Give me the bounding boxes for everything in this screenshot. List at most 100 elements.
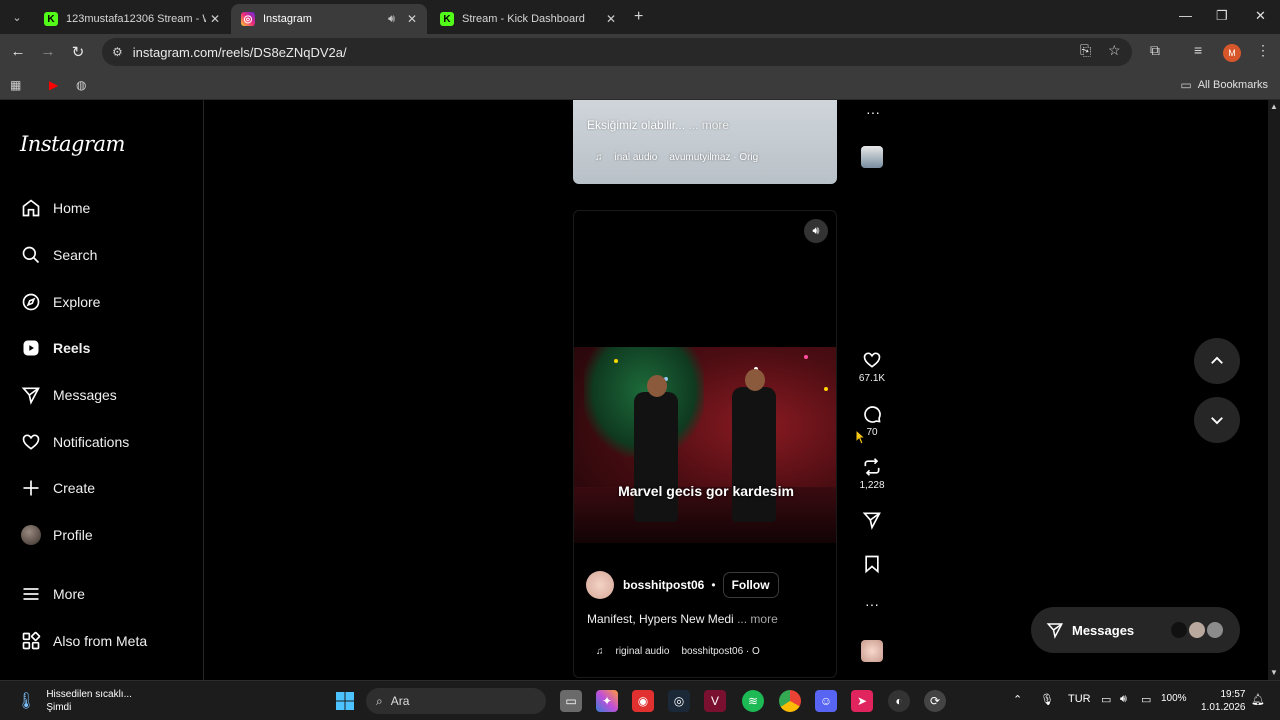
more-link[interactable]: ... more	[737, 612, 778, 626]
notification-bell-icon[interactable]: 🔔︎	[1251, 693, 1265, 706]
microphone-icon[interactable]: 🎙︎	[1040, 693, 1054, 706]
chrome-icon[interactable]	[779, 690, 801, 712]
audio-thumbnail-button[interactable]	[856, 640, 888, 662]
sidebar-item-search[interactable]: Search	[20, 242, 97, 268]
tab-instagram[interactable]: ◎ Instagram 🔊︎ ✕	[231, 4, 427, 34]
home-icon	[20, 197, 42, 219]
audio-thumbnail[interactable]	[861, 146, 883, 168]
more-link[interactable]: ... more	[688, 118, 729, 132]
tray-overflow-icon[interactable]: ⌃	[1013, 693, 1022, 706]
previous-reel[interactable]: Eksiğimiz olabilir... ... more ♫ inal au…	[573, 100, 837, 184]
copilot-icon[interactable]: ✦	[596, 690, 618, 712]
chevron-down-icon	[1211, 417, 1223, 425]
sidebar-item-reels[interactable]: Reels	[20, 335, 90, 361]
all-bookmarks-button[interactable]: ▭ All Bookmarks	[1180, 78, 1268, 92]
bookmark-icon	[865, 555, 879, 574]
follow-button[interactable]: Follow	[722, 572, 779, 598]
youtube-icon[interactable]: ▶	[49, 78, 58, 92]
close-icon[interactable]: ✕	[210, 12, 220, 26]
profile-avatar[interactable]: M	[1223, 44, 1241, 62]
avatar[interactable]	[586, 571, 614, 599]
install-app-icon[interactable]: ⎘	[1080, 42, 1091, 59]
discord-icon[interactable]: ☺	[815, 690, 837, 712]
volume-icon[interactable]: 🔊︎	[1120, 693, 1127, 706]
network-icon[interactable]: ▭	[1101, 693, 1111, 706]
site-info-icon[interactable]: ⚙	[112, 45, 123, 59]
globe-icon[interactable]: ◍	[76, 78, 86, 92]
audio-title: inal audio	[614, 152, 658, 163]
speaker-icon[interactable]: 🔊︎	[388, 13, 395, 26]
sidebar-item-messages[interactable]: Messages	[20, 382, 117, 408]
clock[interactable]: 19:57 1.01.2026	[1201, 688, 1246, 714]
forward-button[interactable]: →	[38, 43, 58, 60]
battery-icon[interactable]: ▭	[1141, 693, 1151, 706]
reload-button[interactable]: ↻	[68, 43, 88, 61]
close-window-button[interactable]: ✕	[1255, 8, 1266, 24]
chevron-down-icon: ⌄	[12, 11, 22, 24]
steam-icon[interactable]: ◎	[668, 690, 690, 712]
address-bar[interactable]: ⚙ instagram.com/reels/DS8eZNqDV2a/	[102, 38, 1132, 66]
more-options-icon[interactable]: ···	[856, 596, 888, 612]
tab-kick-stream[interactable]: K 123mustafa12306 Stream - Wa ✕	[34, 4, 230, 34]
current-reel[interactable]: 🔊︎ Marvel gecis gor kardesim bosshitpost…	[573, 210, 837, 678]
pointer-cursor-icon	[855, 428, 867, 445]
repost-button[interactable]: 1,228	[856, 457, 888, 491]
share-button[interactable]	[856, 510, 888, 530]
task-view-icon[interactable]: ▭	[560, 690, 582, 712]
reel-video[interactable]	[574, 347, 836, 543]
video-light	[804, 355, 808, 359]
sidebar-item-profile[interactable]: Profile	[20, 522, 93, 548]
previous-reel-button[interactable]	[1194, 338, 1240, 384]
obs-icon[interactable]: ◐	[888, 690, 910, 712]
maximize-button[interactable]: ❐	[1216, 8, 1228, 24]
valorant-icon[interactable]: V	[704, 690, 726, 712]
volume-icon[interactable]: 🔊︎	[804, 219, 828, 243]
start-button[interactable]	[334, 690, 356, 712]
back-button[interactable]: ←	[8, 43, 28, 60]
avatar	[1169, 620, 1189, 640]
sidebar-item-create[interactable]: Create	[20, 475, 95, 501]
media-control-icon[interactable]: ≡	[1194, 42, 1202, 58]
author-name[interactable]: bosshitpost06	[623, 578, 704, 592]
audio-user: avumutyilmaz · Orig	[669, 152, 759, 163]
spotify-icon[interactable]: ≋	[742, 690, 764, 712]
app-icon[interactable]: ⟳	[924, 690, 946, 712]
kebab-menu-icon[interactable]: ⋮	[1256, 42, 1270, 59]
save-button[interactable]	[856, 554, 888, 574]
language-indicator[interactable]: TUR	[1068, 693, 1091, 705]
kick-icon: K	[440, 12, 454, 26]
next-reel-button[interactable]	[1194, 397, 1240, 443]
apps-grid-icon[interactable]: ▦	[10, 78, 21, 92]
tab-kick-dashboard[interactable]: K Stream - Kick Dashboard ✕	[430, 4, 626, 34]
scroll-down-arrow-icon[interactable]: ▼	[1270, 668, 1278, 677]
new-tab-button[interactable]: +	[634, 8, 643, 26]
menu-icon	[20, 583, 42, 605]
previous-reel-caption: Eksiğimiz olabilir... ... more	[587, 118, 729, 132]
minimize-button[interactable]: —	[1179, 8, 1192, 23]
app-pink-icon[interactable]: ➤	[851, 690, 873, 712]
app-red-icon[interactable]: ◉	[632, 690, 654, 712]
reel-audio[interactable]: ♫ riginal audio bosshitpost06 · O	[596, 646, 772, 657]
weather-widget[interactable]: 🌡︎ Hissedilen sıcaklı... Şimdi	[16, 688, 132, 714]
sidebar-item-also-from-meta[interactable]: Also from Meta	[20, 628, 147, 654]
instagram-logo[interactable]: Instagram	[20, 132, 125, 156]
previous-reel-audio[interactable]: ♫ inal audio avumutyilmaz · Orig	[595, 152, 770, 163]
taskbar-search[interactable]: ⌕ Ara	[366, 688, 546, 714]
url-text: instagram.com/reels/DS8eZNqDV2a/	[132, 44, 347, 60]
more-options-icon[interactable]: ···	[866, 104, 880, 120]
send-icon	[20, 384, 42, 406]
sidebar-item-notifications[interactable]: Notifications	[20, 429, 129, 455]
sidebar-item-label: Home	[53, 200, 91, 216]
extensions-icon[interactable]: ⧉	[1150, 42, 1160, 59]
sidebar-item-more[interactable]: More	[20, 581, 85, 607]
like-button[interactable]: 67.1K	[856, 350, 888, 384]
close-icon[interactable]: ✕	[606, 12, 616, 26]
page-scrollbar[interactable]: ▲ ▼	[1268, 100, 1280, 680]
sidebar-item-home[interactable]: Home	[20, 195, 90, 221]
messages-floating-button[interactable]: Messages	[1031, 607, 1240, 653]
close-icon[interactable]: ✕	[407, 12, 417, 26]
scroll-up-arrow-icon[interactable]: ▲	[1270, 102, 1278, 111]
bookmark-star-icon[interactable]: ☆	[1108, 42, 1121, 59]
tab-search-button[interactable]: ⌄	[6, 6, 28, 28]
sidebar-item-explore[interactable]: Explore	[20, 289, 100, 315]
